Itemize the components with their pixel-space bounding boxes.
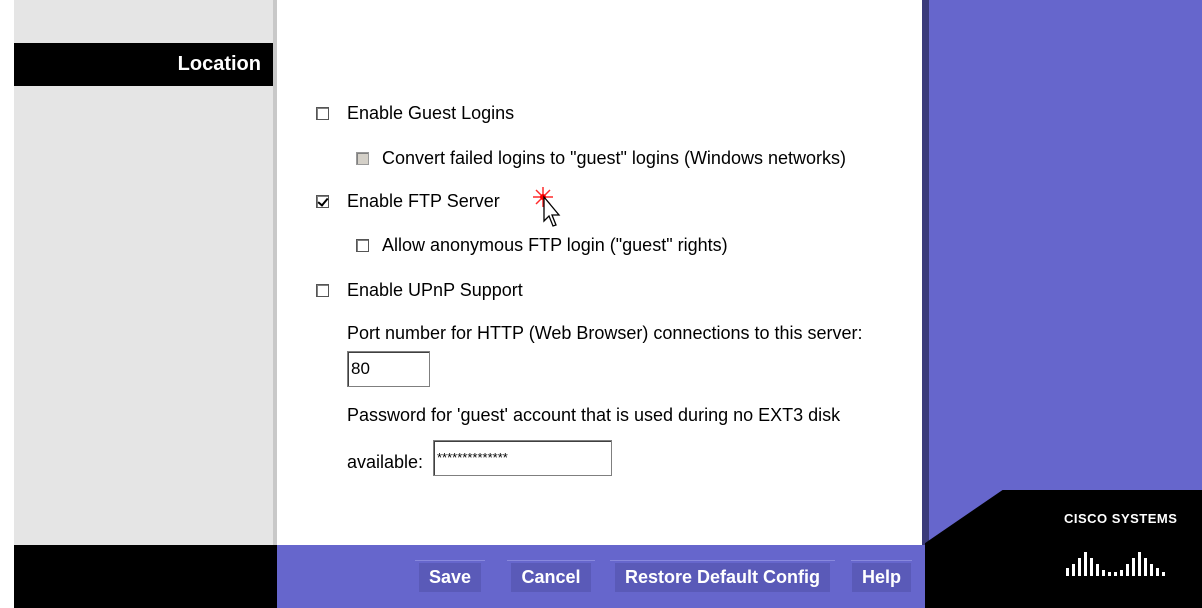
cancel-button[interactable]: Cancel: [507, 560, 595, 594]
guest-password-input[interactable]: [433, 440, 612, 476]
anonymous-ftp-label: Allow anonymous FTP login ("guest" right…: [382, 235, 728, 255]
cisco-logo-icon: [1066, 552, 1165, 576]
ftp-server-row: Enable FTP Server: [316, 191, 500, 212]
restore-default-button[interactable]: Restore Default Config: [610, 560, 835, 594]
upnp-label: Enable UPnP Support: [347, 280, 523, 300]
footer-left: [14, 545, 277, 608]
guest-password-label: Password for 'guest' account that is use…: [347, 405, 841, 425]
guest-logins-row: Enable Guest Logins: [316, 103, 514, 124]
save-button-label: Save: [418, 563, 482, 592]
restore-default-button-label: Restore Default Config: [614, 563, 830, 592]
location-label: Location: [14, 43, 273, 86]
save-button[interactable]: Save: [415, 560, 485, 594]
help-button-label: Help: [851, 563, 911, 592]
brand-panel-shadow: [922, 0, 929, 545]
anonymous-ftp-row: Allow anonymous FTP login ("guest" right…: [356, 235, 728, 256]
guest-password-label-available: available:: [347, 452, 424, 472]
mouse-cursor-icon: [533, 187, 561, 227]
convert-failed-label: Convert failed logins to "guest" logins …: [382, 148, 846, 168]
left-margin: [0, 0, 14, 608]
guest-logins-label: Enable Guest Logins: [347, 103, 515, 123]
http-port-label: Port number for HTTP (Web Browser) conne…: [347, 323, 863, 343]
upnp-row: Enable UPnP Support: [316, 280, 523, 301]
sidebar-divider: [273, 0, 277, 545]
upnp-checkbox[interactable]: [316, 284, 329, 297]
ftp-server-checkbox[interactable]: [316, 195, 329, 208]
convert-failed-row: Convert failed logins to "guest" logins …: [356, 148, 846, 169]
cancel-button-label: Cancel: [511, 563, 591, 592]
http-port-input[interactable]: [347, 351, 430, 387]
ftp-server-label: Enable FTP Server: [347, 191, 500, 211]
brand-name: CISCO SYSTEMS: [1064, 511, 1178, 526]
convert-failed-checkbox[interactable]: [356, 152, 369, 165]
anonymous-ftp-checkbox[interactable]: [356, 239, 369, 252]
help-button[interactable]: Help: [851, 560, 912, 594]
guest-logins-checkbox[interactable]: [316, 107, 329, 120]
